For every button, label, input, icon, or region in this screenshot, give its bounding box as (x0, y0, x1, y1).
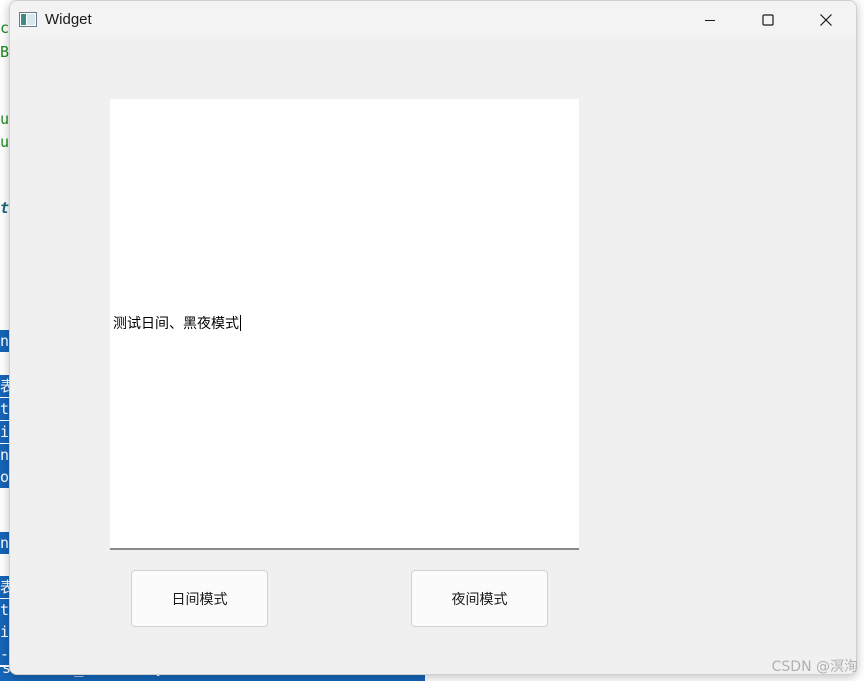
day-mode-button[interactable]: 日间模式 (131, 570, 268, 627)
code-fragment: t (0, 199, 10, 217)
title-bar[interactable]: Widget (10, 1, 856, 39)
code-fragment: u (0, 110, 10, 128)
text-caret (240, 315, 241, 331)
maximize-icon (762, 14, 774, 26)
text-edit-content: 测试日间、黑夜模式 (113, 313, 241, 333)
app-window-icon (19, 12, 37, 27)
code-fragment: u (0, 133, 10, 151)
night-mode-button[interactable]: 夜间模式 (411, 570, 548, 627)
maximize-button[interactable] (739, 1, 797, 39)
code-fragment: B (0, 43, 10, 61)
text-edit-area[interactable]: 测试日间、黑夜模式 (110, 99, 579, 550)
close-icon (820, 14, 832, 26)
text-edit-value: 测试日间、黑夜模式 (113, 316, 239, 332)
minimize-icon (705, 20, 715, 21)
code-fragment: c (0, 19, 10, 37)
close-button[interactable] (797, 1, 855, 39)
window-title: Widget (45, 11, 92, 28)
watermark: CSDN @溟洵 (771, 659, 858, 675)
minimize-button[interactable] (681, 1, 739, 39)
widget-window: Widget 测试日间、黑夜模式 日间模式 夜间模式 (9, 0, 857, 675)
